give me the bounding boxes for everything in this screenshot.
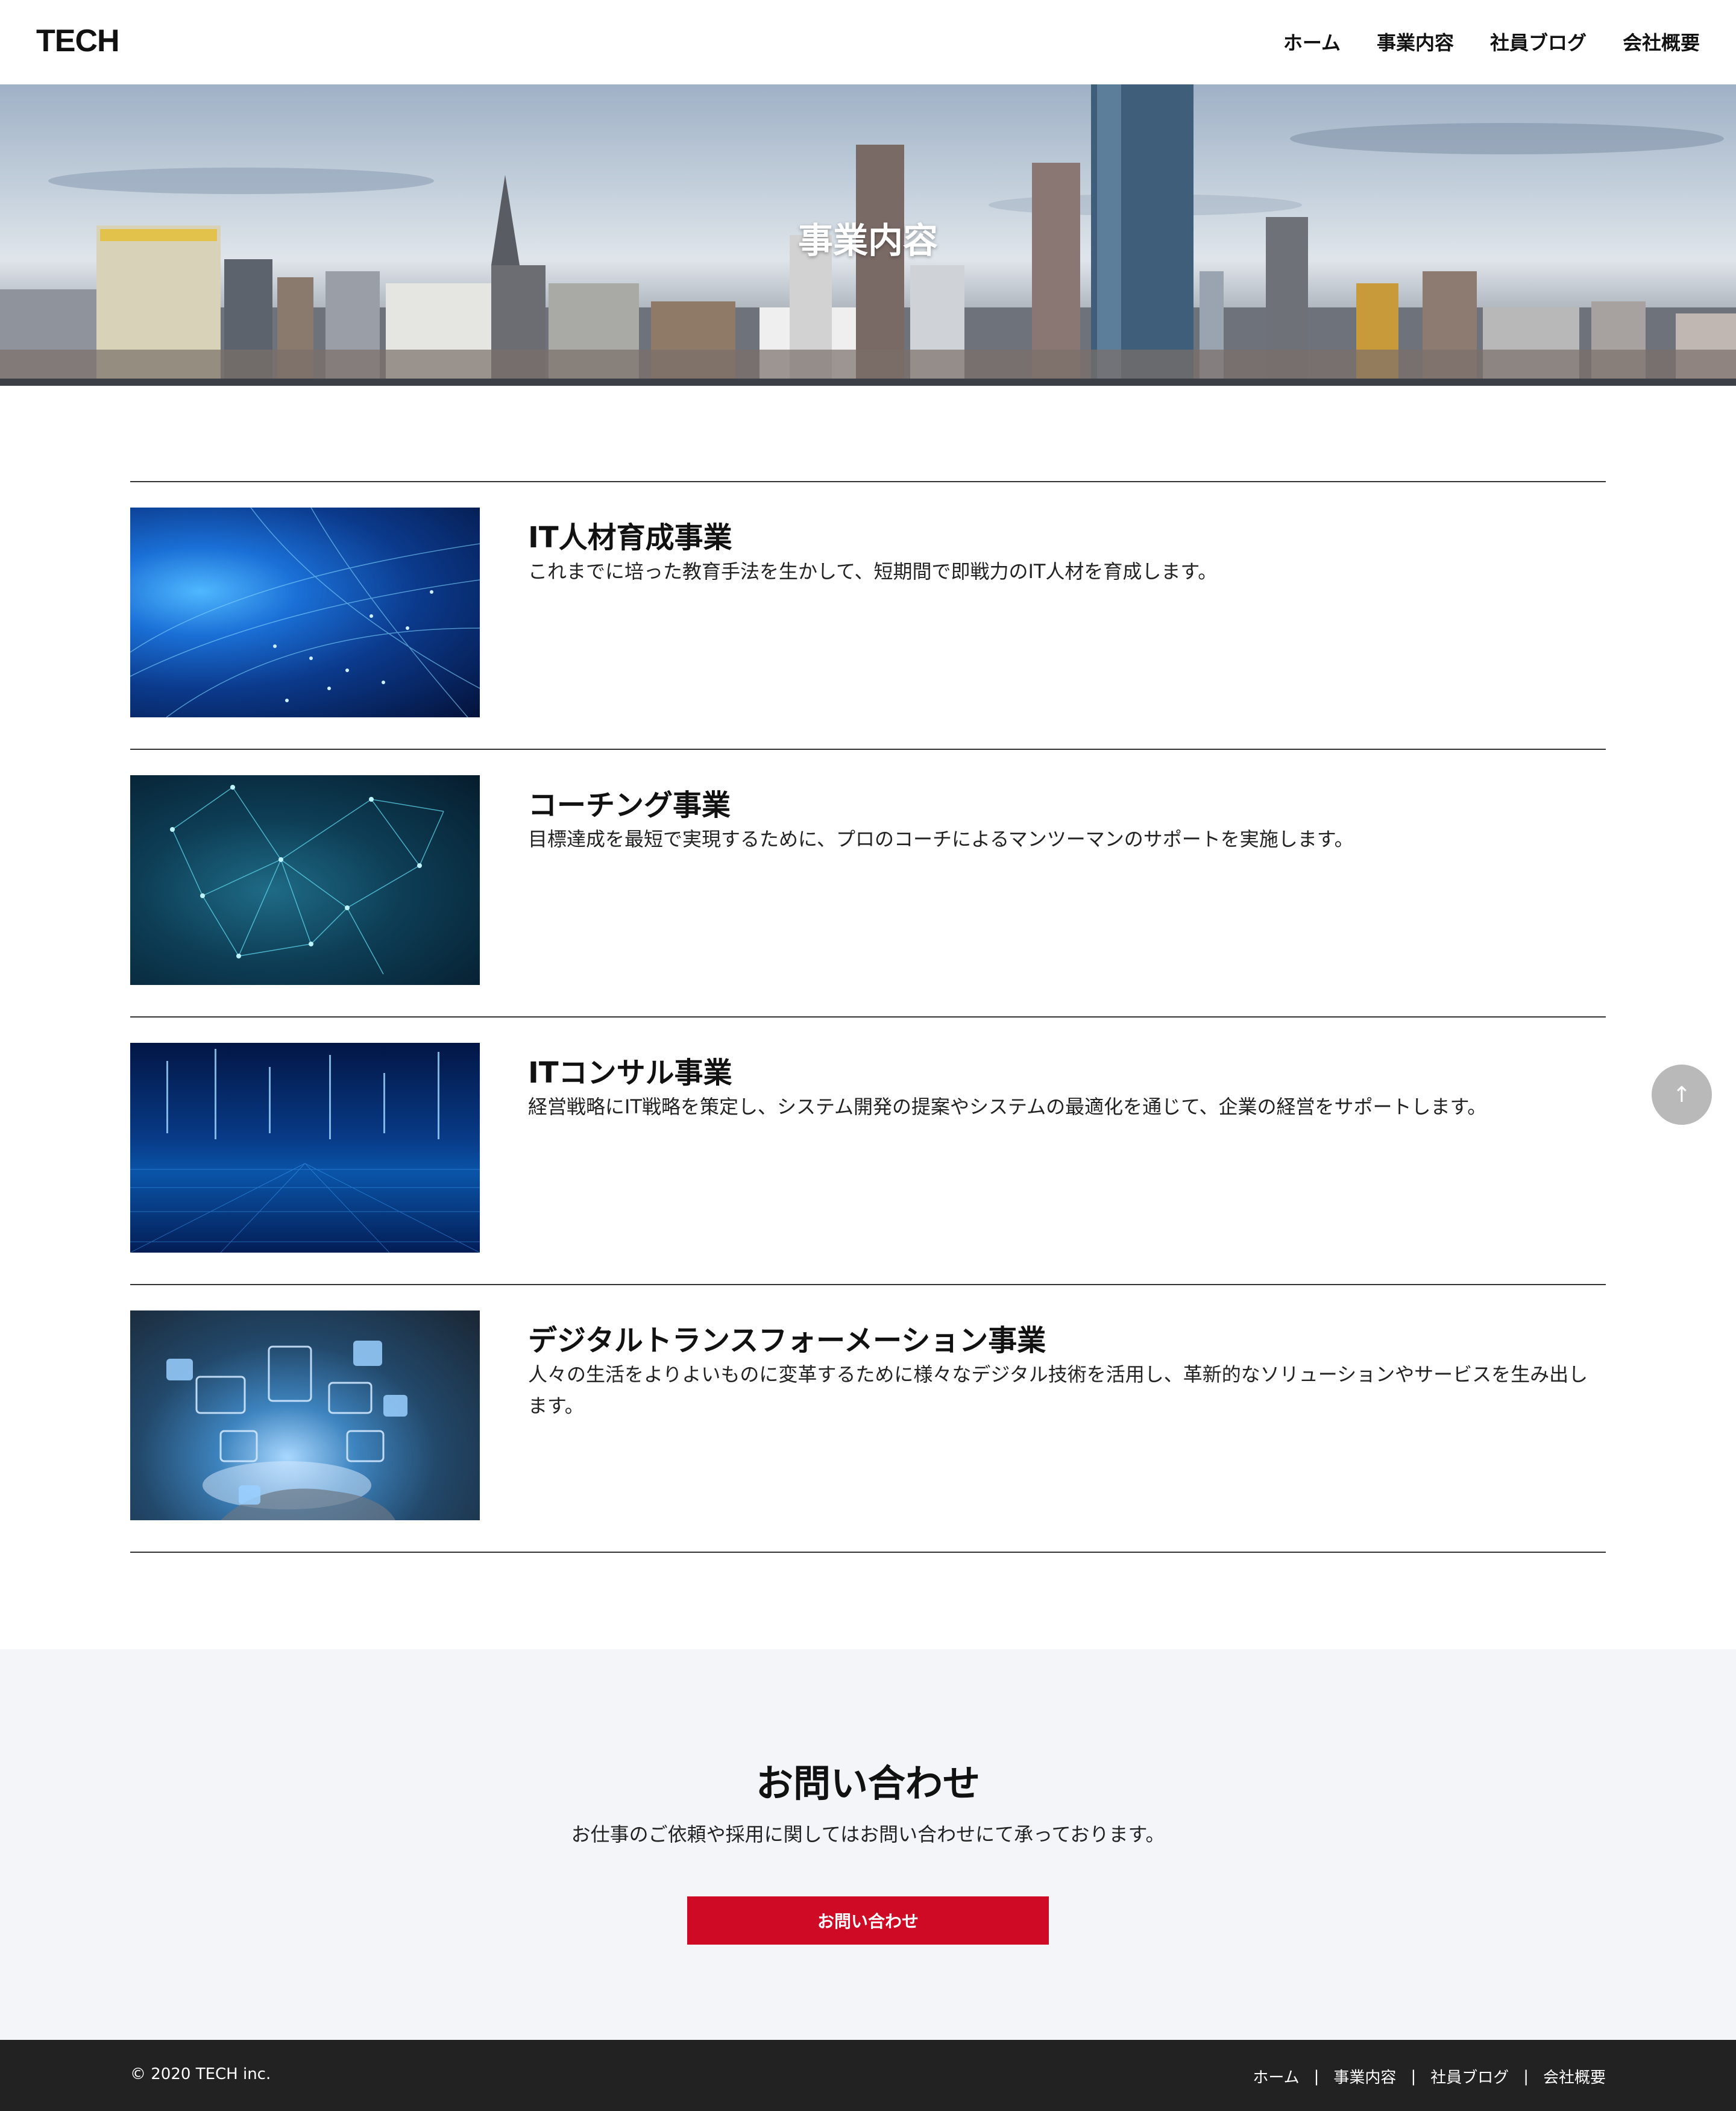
nav-item-services[interactable]: 事業内容 [1377,28,1454,55]
footer-nav-company[interactable]: 会社概要 [1543,2065,1606,2087]
service-title: コーチング事業 [528,788,731,822]
nav-item-home[interactable]: ホーム [1283,28,1341,55]
footer-nav-separator: | [1410,2067,1417,2086]
service-description: 人々の生活をよりよいものに変革するために様々なデジタル技術を活用し、革新的なソリ… [528,1363,1588,1417]
hero-bottom-bar [0,379,1736,386]
service-description: 経営戦略にIT戦略を策定し、システム開発の提案やシステムの最適化を通じて、企業の… [528,1095,1487,1118]
hero-banner: 事業内容 [0,84,1736,386]
digital-data-grid-image [130,1043,480,1253]
nav-item-blog[interactable]: 社員ブログ [1490,28,1587,55]
contact-title: お問い合わせ [755,1761,980,1805]
nav-item-company[interactable]: 会社概要 [1623,28,1700,55]
footer-nav-home[interactable]: ホーム [1253,2065,1299,2087]
contact-description: お仕事のご依頼や採用に関してはお問い合わせにて承っております。 [571,1823,1165,1846]
service-description: これまでに培った教育手法を生かして、短期間で即戦力のIT人材を育成します。 [528,560,1218,583]
footer-nav-blog[interactable]: 社員ブログ [1430,2065,1509,2087]
services-list: IT人材育成事業 これまでに培った教育手法を生かして、短期間で即戦力のIT人材を… [130,481,1606,1553]
contact-button[interactable]: お問い合わせ [687,1896,1049,1945]
scroll-to-top-button[interactable]: ↑ [1652,1065,1712,1125]
service-title: ITコンサル事業 [528,1056,732,1090]
service-item: コーチング事業 目標達成を最短で実現するために、プロのコーチによるマンツーマンの… [130,749,1606,1016]
teal-connected-polygons-image [130,775,480,985]
service-item: ITコンサル事業 経営戦略にIT戦略を策定し、システム開発の提案やシステムの最適… [130,1016,1606,1284]
arrow-up-icon: ↑ [1672,1082,1691,1107]
footer-nav-separator: | [1523,2067,1529,2086]
page-title: 事業内容 [797,220,938,261]
service-title: IT人材育成事業 [528,521,732,555]
service-description: 目標達成を最短で実現するために、プロのコーチによるマンツーマンのサポートを実施し… [528,828,1354,851]
service-title: デジタルトランスフォーメーション事業 [528,1324,1046,1358]
site-header: TECH ホーム 事業内容 社員ブログ 会社概要 [0,0,1736,84]
hand-holding-app-icons-image [130,1310,480,1520]
copyright-text: © 2020 TECH inc. [130,2065,271,2083]
contact-section: お問い合わせ お仕事のご依頼や採用に関してはお問い合わせにて承っております。 お… [0,1649,1736,2040]
service-item: デジタルトランスフォーメーション事業 人々の生活をよりよいものに変革するために様… [130,1284,1606,1552]
footer-nav-services[interactable]: 事業内容 [1333,2065,1396,2087]
footer-nav: ホーム | 事業内容 | 社員ブログ | 会社概要 [1253,2065,1606,2087]
footer-nav-separator: | [1313,2067,1319,2086]
site-logo[interactable]: TECH [36,23,120,59]
blue-network-globe-image [130,508,480,717]
site-footer: © 2020 TECH inc. ホーム | 事業内容 | 社員ブログ | 会社… [0,2040,1736,2111]
divider [130,1552,1606,1553]
service-item: IT人材育成事業 これまでに培った教育手法を生かして、短期間で即戦力のIT人材を… [130,481,1606,749]
global-nav: ホーム 事業内容 社員ブログ 会社概要 [1283,28,1700,55]
